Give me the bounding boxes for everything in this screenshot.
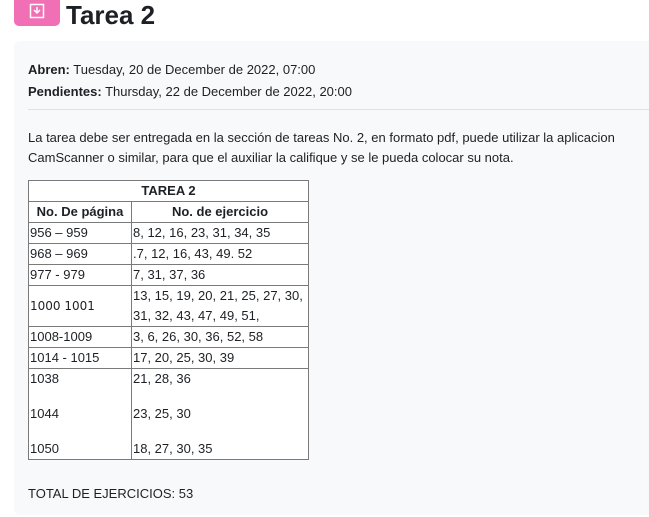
table-row: 1008-1009 3, 6, 26, 30, 36, 52, 58 [28, 326, 309, 348]
exercise-line: 31, 32, 43, 47, 49, 51, [133, 308, 260, 323]
page-line: 1038 [30, 371, 59, 386]
column-header-page: No. De página [28, 201, 132, 223]
table-row: 1038 1044 1050 21, 28, 36 23, 25, 30 18,… [28, 368, 309, 460]
table-caption-row: TAREA 2 [28, 180, 309, 202]
table-row: 1000 1001 13, 15, 19, 20, 21, 25, 27, 30… [28, 285, 309, 327]
page-header: Tarea 2 [0, 0, 649, 36]
exercise-cell: 21, 28, 36 23, 25, 30 18, 27, 30, 35 [131, 368, 309, 460]
page-title: Tarea 2 [66, 0, 156, 30]
exercise-line: 21, 28, 36 [133, 371, 191, 386]
table-row: 977 - 979 7, 31, 37, 36 [28, 264, 309, 286]
table-header-row: No. De página No. de ejercicio [28, 201, 309, 223]
exercise-cell: 17, 20, 25, 30, 39 [131, 347, 309, 369]
exercise-line: 18, 27, 30, 35 [133, 441, 213, 456]
assignment-description: La tarea debe ser entregada en la secció… [28, 130, 615, 165]
open-date: Abren: Tuesday, 20 de December de 2022, … [28, 59, 352, 81]
page-cell: 1038 1044 1050 [28, 368, 132, 460]
due-date: Pendientes: Thursday, 22 de December de … [28, 81, 352, 103]
assignment-dates: Abren: Tuesday, 20 de December de 2022, … [28, 59, 352, 103]
exercise-line: 13, 15, 19, 20, 21, 25, 27, 30, [133, 288, 303, 303]
open-date-label: Abren: [28, 62, 70, 77]
exercise-cell: 8, 12, 16, 23, 31, 34, 35 [131, 222, 309, 244]
page-cell: 977 - 979 [28, 264, 132, 286]
page-cell: 956 – 959 [28, 222, 132, 244]
page-line: 1044 [30, 406, 59, 421]
page-cell: 968 – 969 [28, 243, 132, 265]
exercise-line: 23, 25, 30 [133, 406, 191, 421]
exercise-cell: 7, 31, 37, 36 [131, 264, 309, 286]
page-cell: 1014 - 1015 [28, 347, 132, 369]
exercise-cell: 3, 6, 26, 30, 36, 52, 58 [131, 326, 309, 348]
page-line: 1050 [30, 441, 59, 456]
total-exercises: TOTAL DE EJERCICIOS: 53 [28, 486, 194, 501]
exercise-cell: .7, 12, 16, 43, 49. 52 [131, 243, 309, 265]
exercise-table: TAREA 2 No. De página No. de ejercicio 9… [28, 180, 309, 460]
table-row: 1014 - 1015 17, 20, 25, 30, 39 [28, 347, 309, 369]
page-cell: 1000 1001 [28, 285, 132, 327]
table-caption: TAREA 2 [28, 180, 309, 202]
page-cell: 1008-1009 [28, 326, 132, 348]
assignment-icon [14, 0, 60, 26]
open-date-value: Tuesday, 20 de December de 2022, 07:00 [69, 62, 316, 77]
due-date-value: Thursday, 22 de December de 2022, 20:00 [101, 84, 352, 99]
due-date-label: Pendientes: [28, 84, 102, 99]
table-row: 968 – 969 .7, 12, 16, 43, 49. 52 [28, 243, 309, 265]
table-row: 956 – 959 8, 12, 16, 23, 31, 34, 35 [28, 222, 309, 244]
column-header-exercise: No. de ejercicio [131, 201, 309, 223]
assignment-panel: Abren: Tuesday, 20 de December de 2022, … [14, 41, 649, 515]
divider [28, 109, 649, 110]
exercise-cell: 13, 15, 19, 20, 21, 25, 27, 30, 31, 32, … [131, 285, 309, 327]
